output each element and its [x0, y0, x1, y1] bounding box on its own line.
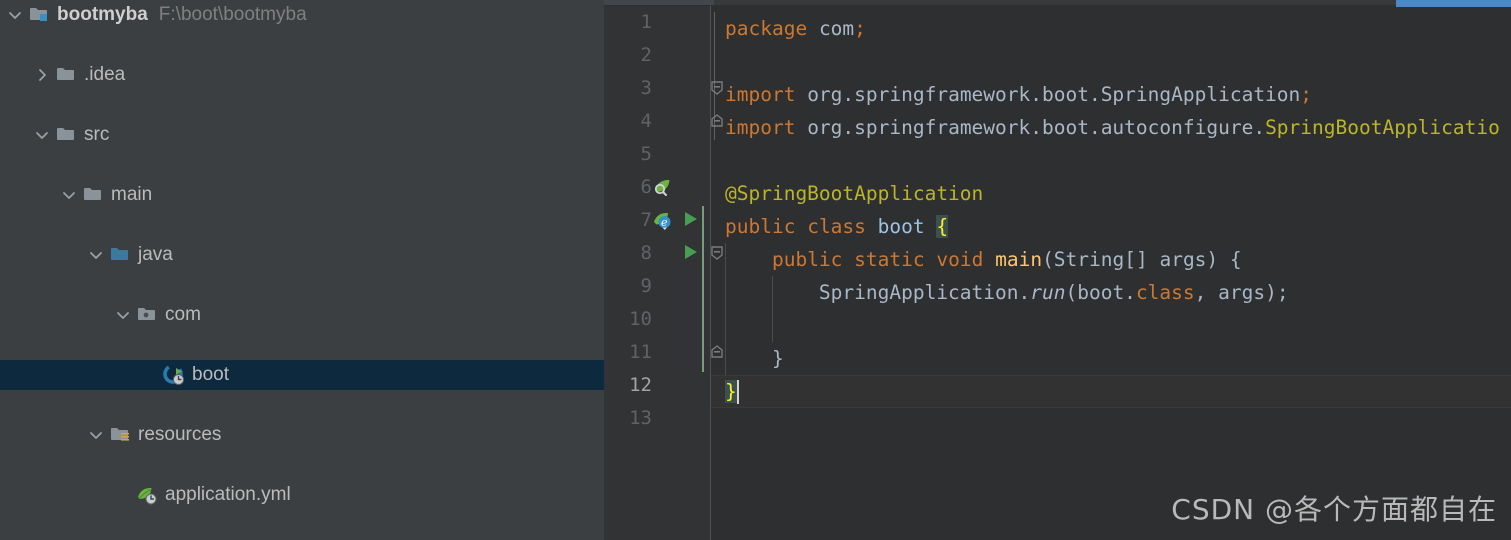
line-number: 13: [629, 407, 652, 429]
indent-guide: [725, 243, 726, 375]
tree-row-src[interactable]: src: [0, 120, 604, 150]
code-line-1: package com;: [725, 17, 866, 40]
spring-bean-search-icon[interactable]: [652, 176, 674, 203]
line-number: 10: [629, 308, 652, 330]
run-method-icon[interactable]: [680, 242, 700, 267]
tree-row-application-yml[interactable]: application.yml: [0, 480, 604, 510]
top-strip-segment-a: [604, 0, 714, 5]
line-number: 1: [640, 11, 652, 33]
line-number: 7: [640, 209, 652, 231]
line-number: 12: [629, 374, 652, 396]
method-separator-bar: [702, 206, 704, 372]
watermark-text: CSDN @各个方面都自在: [1171, 493, 1497, 526]
package-icon: [134, 300, 160, 330]
tree-row-label: boot: [192, 364, 229, 385]
chevron-down-icon[interactable]: [85, 240, 107, 270]
svg-text:e: e: [661, 216, 668, 229]
run-application-icon[interactable]: [680, 209, 700, 234]
resources-root-folder-icon: [107, 420, 133, 450]
tree-row-label: java: [138, 244, 173, 265]
line-number: 5: [640, 143, 652, 165]
code-line-8: public static void main(String[] args) {: [771, 248, 1242, 271]
spring-yaml-icon: [134, 480, 160, 510]
tree-row-boot[interactable]: boot: [0, 360, 604, 390]
ide-window: bootmyba F:\boot\bootmyba .idea src main java…: [0, 0, 1511, 540]
spring-class-icon: [161, 360, 187, 390]
tree-row-label: resources: [138, 424, 222, 445]
tree-row-resources[interactable]: resources: [0, 420, 604, 450]
spring-bean-icon[interactable]: e: [652, 209, 674, 236]
chevron-down-icon[interactable]: [58, 180, 80, 210]
code-line-7: public class boot {: [725, 215, 949, 238]
tree-arrow-placeholder: [139, 360, 161, 390]
line-number: 11: [629, 341, 652, 363]
line-number: 9: [640, 275, 652, 297]
tree-row-label: src: [84, 124, 110, 145]
folder-icon: [80, 180, 106, 210]
project-tree[interactable]: bootmyba F:\boot\bootmyba .idea src main java…: [0, 0, 604, 505]
code-line-11: }: [771, 347, 784, 370]
line-number: 6: [640, 176, 652, 198]
tree-row-label: main: [111, 184, 153, 205]
code-line-3: import org.springframework.boot.SpringAp…: [725, 83, 1313, 106]
tree-row-java[interactable]: java: [0, 240, 604, 270]
editor-pane: 1 2 3 4 5 6 7 8 9 10 11 12 13 e package com; import or…: [604, 0, 1511, 540]
tree-row-label: .idea: [84, 64, 126, 85]
tree-row-label: bootmyba: [57, 4, 148, 25]
chevron-down-icon[interactable]: [85, 420, 107, 450]
code-line-9: SpringApplication.run(boot.class, args);: [818, 281, 1289, 304]
tree-row-main[interactable]: main: [0, 180, 604, 210]
module-folder-icon: [26, 0, 52, 30]
line-number: 8: [640, 242, 652, 264]
text-caret: [736, 380, 739, 404]
code-line-6: @SpringBootApplication: [725, 182, 984, 205]
line-number: 4: [640, 110, 652, 132]
tree-row-label: application.yml: [165, 484, 291, 505]
chevron-down-icon[interactable]: [31, 120, 53, 150]
tree-row-bootmyba[interactable]: bootmyba F:\boot\bootmyba: [0, 0, 604, 30]
tree-row-com[interactable]: com: [0, 300, 604, 330]
tree-row--idea[interactable]: .idea: [0, 60, 604, 90]
indent-guide: [772, 276, 773, 342]
tree-row-label: com: [165, 304, 201, 325]
folder-icon: [53, 120, 79, 150]
tree-row-path: F:\boot\bootmyba: [158, 4, 307, 25]
tree-arrow-placeholder: [112, 480, 134, 510]
source-root-folder-icon: [107, 240, 133, 270]
top-strip-segment-b: [714, 0, 1396, 5]
code-line-12: }: [725, 380, 737, 403]
current-line-highlight: [711, 375, 1511, 408]
code-area[interactable]: package com; import org.springframework.b…: [711, 6, 1511, 540]
chevron-right-icon[interactable]: [31, 60, 53, 90]
folder-icon: [53, 60, 79, 90]
project-tool-window: bootmyba F:\boot\bootmyba .idea src main java…: [0, 0, 604, 540]
code-line-4: import org.springframework.boot.autoconf…: [725, 116, 1500, 139]
line-number: 3: [640, 77, 652, 99]
chevron-down-icon[interactable]: [4, 0, 26, 30]
chevron-down-icon[interactable]: [112, 300, 134, 330]
line-number: 2: [640, 44, 652, 66]
